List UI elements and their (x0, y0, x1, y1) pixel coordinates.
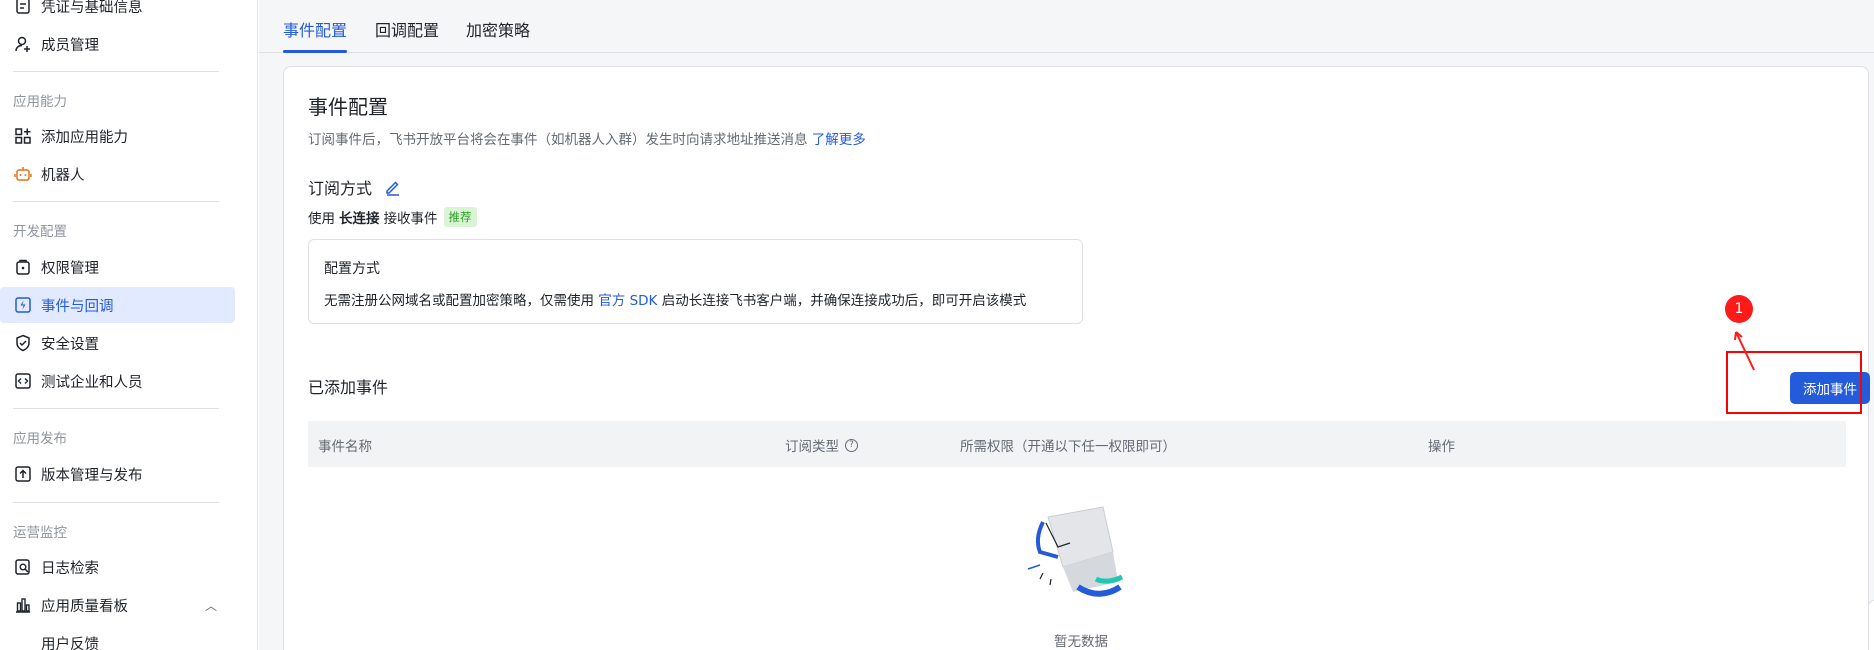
empty-state-text: 暂无数据 (1054, 634, 1108, 650)
page-description: 订阅事件后，飞书开放平台将会在事件（如机器人入群）发生时向请求地址推送消息 了解… (308, 128, 866, 148)
floating-panel-edge (1868, 600, 1874, 650)
config-text-part2: 启动长连接飞书客户端，并确保连接成功后，即可开启该模式 (661, 293, 1027, 309)
event-icon (13, 295, 33, 315)
annotation-step-badge: 1 (1725, 295, 1753, 323)
sidebar-item-security[interactable]: 安全设置 (0, 325, 235, 361)
config-method-text: 无需注册公网域名或配置加密策略，仅需使用 官方 SDK 启动长连接飞书客户端，并… (324, 289, 1026, 309)
upload-icon (13, 464, 33, 484)
subscribe-mode: 使用 长连接 接收事件 推荐 (308, 207, 477, 227)
events-table-header: 事件名称 订阅类型 ? 所需权限（开通以下任一权限即可） 操作 (308, 421, 1846, 467)
sidebar-item-events[interactable]: 事件与回调 (0, 287, 235, 323)
sidebar-item-permission[interactable]: 权限管理 (0, 249, 235, 285)
sidebar-item-members[interactable]: 成员管理 (0, 26, 235, 62)
divider (13, 71, 219, 72)
event-config-card: 事件配置 订阅事件后，飞书开放平台将会在事件（如机器人入群）发生时向请求地址推送… (283, 66, 1870, 650)
sidebar-item-label: 应用质量看板 (41, 598, 128, 615)
tab-callback-config[interactable]: 回调配置 (375, 17, 439, 41)
user-add-icon (13, 34, 33, 54)
group-app-capability: 应用能力 (13, 94, 67, 110)
sidebar-item-quality-board[interactable]: 应用质量看板 ︿ (0, 587, 235, 623)
edit-icon[interactable] (384, 178, 402, 196)
robot-icon (13, 164, 33, 184)
use-suffix: 接收事件 (383, 211, 438, 227)
connection-mode: 长连接 (339, 211, 380, 227)
description-text: 订阅事件后，飞书开放平台将会在事件（如机器人入群）发生时向请求地址推送消息 (308, 132, 808, 148)
sidebar-item-label: 添加应用能力 (41, 129, 128, 146)
divider (13, 201, 219, 202)
subscribe-title-text: 订阅方式 (308, 179, 373, 198)
sidebar-item-label: 安全设置 (41, 336, 99, 353)
recommend-badge: 推荐 (443, 207, 477, 227)
shield-icon (13, 333, 33, 353)
group-ops-monitor: 运营监控 (13, 525, 67, 541)
main-content: 事件配置 回调配置 加密策略 事件配置 订阅事件后，飞书开放平台将会在事件（如机… (259, 0, 1874, 650)
official-sdk-link[interactable]: 官方 SDK (598, 293, 657, 309)
grid-add-icon (13, 126, 33, 146)
sidebar-item-test-org[interactable]: 测试企业和人员 (0, 363, 235, 399)
use-prefix: 使用 (308, 211, 335, 227)
sidebar-item-label: 事件与回调 (41, 298, 114, 315)
log-search-icon (13, 557, 33, 577)
sidebar-item-label: 测试企业和人员 (41, 374, 143, 391)
page-title: 事件配置 (308, 95, 388, 119)
group-dev-config: 开发配置 (13, 224, 67, 240)
sidebar-item-label: 成员管理 (41, 37, 99, 54)
document-icon (13, 0, 33, 16)
config-method-box: 配置方式 无需注册公网域名或配置加密策略，仅需使用 官方 SDK 启动长连接飞书… (308, 239, 1083, 324)
sidebar-item-feedback[interactable]: 用户反馈 (0, 625, 235, 650)
learn-more-link[interactable]: 了解更多 (812, 132, 866, 148)
column-header-name: 事件名称 (318, 439, 372, 455)
sidebar-item-log-search[interactable]: 日志检索 (0, 549, 235, 585)
annotation-arrow-icon (1734, 331, 1755, 371)
sidebar-item-label: 版本管理与发布 (41, 467, 143, 484)
tab-event-config[interactable]: 事件配置 (283, 17, 347, 41)
tab-active-indicator (283, 50, 347, 53)
sidebar-item-version[interactable]: 版本管理与发布 (0, 456, 235, 492)
added-events-title: 已添加事件 (308, 378, 389, 397)
bar-chart-icon (13, 595, 33, 615)
column-header-type: 订阅类型 ? (785, 435, 858, 455)
group-app-publish: 应用发布 (13, 431, 67, 447)
help-icon[interactable]: ? (845, 438, 858, 452)
sidebar-item-robot[interactable]: 机器人 (0, 156, 235, 192)
config-method-title: 配置方式 (324, 261, 380, 277)
sidebar-item-label: 用户反馈 (41, 636, 99, 650)
sidebar-item-label: 权限管理 (41, 260, 99, 277)
column-header-permission: 所需权限（开通以下任一权限即可） (960, 439, 1176, 455)
lock-icon (13, 257, 33, 277)
empty-box-illustration (1018, 497, 1138, 617)
sidebar-item-label: 凭证与基础信息 (41, 0, 143, 16)
sidebar: 凭证与基础信息 成员管理 应用能力 添加应用能力 机器人 开发配置 权限管理 事… (0, 0, 258, 650)
column-header-action: 操作 (1428, 439, 1455, 455)
column-header-type-label: 订阅类型 (785, 439, 839, 455)
sidebar-item-credentials[interactable]: 凭证与基础信息 (0, 0, 235, 24)
chevron-up-icon[interactable]: ︿ (205, 597, 217, 614)
code-box-icon (13, 371, 33, 391)
config-text-part1: 无需注册公网域名或配置加密策略，仅需使用 (324, 293, 594, 309)
tab-bar: 事件配置 回调配置 加密策略 (259, 0, 1874, 53)
sidebar-item-add-capability[interactable]: 添加应用能力 (0, 118, 235, 154)
divider (13, 408, 219, 409)
subscribe-section-title: 订阅方式 (308, 175, 402, 199)
sidebar-item-label: 机器人 (41, 167, 85, 184)
divider (13, 502, 219, 503)
sidebar-item-label: 日志检索 (41, 560, 99, 577)
tab-encrypt-strategy[interactable]: 加密策略 (466, 17, 530, 41)
